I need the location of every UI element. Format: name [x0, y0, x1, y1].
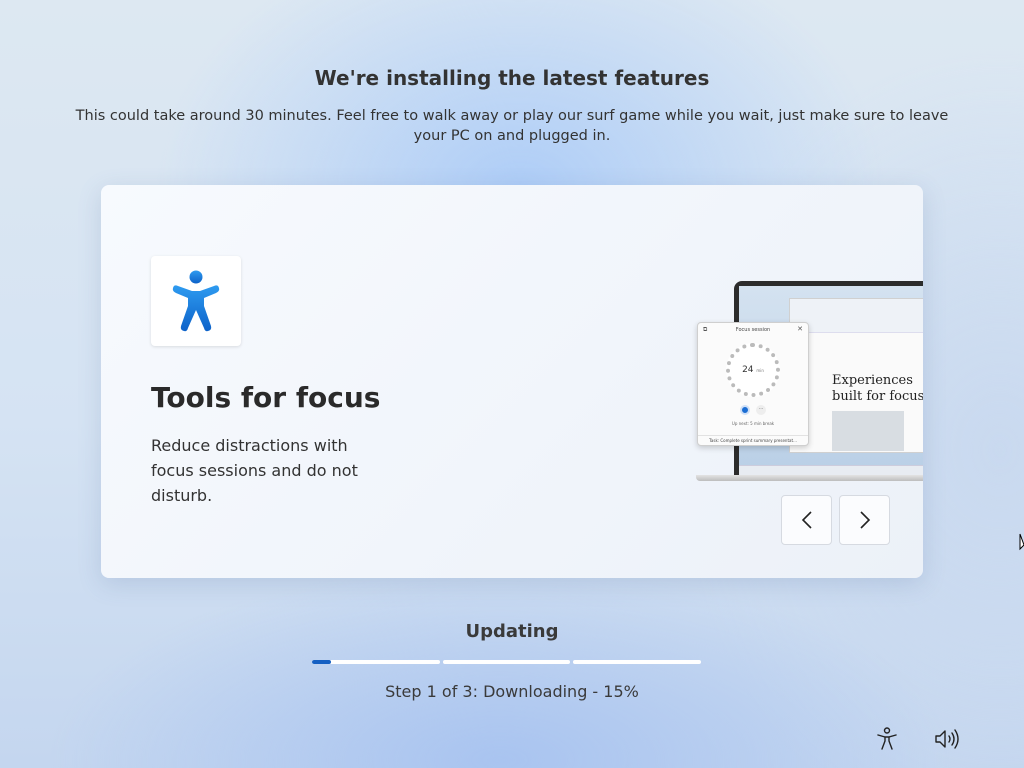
- page-subtitle: This could take around 30 minutes. Feel …: [75, 108, 949, 144]
- progress-fill: [312, 660, 332, 664]
- volume-icon: [935, 729, 959, 749]
- progress-segment: [442, 660, 571, 664]
- progress-bar: [312, 660, 702, 665]
- feature-description: Reduce distractions with focus sessions …: [151, 436, 358, 505]
- progress-segment: [312, 660, 440, 664]
- focus-popup-title: Focus session: [735, 327, 771, 333]
- up-next-text: Up next: 5 min break: [731, 421, 775, 426]
- chevron-left-icon: [801, 511, 812, 529]
- status-label: Updating: [465, 621, 559, 642]
- progress-segment: [573, 660, 702, 664]
- chevron-right-icon: [859, 511, 870, 529]
- focus-timer-dial: 24 min: [726, 343, 780, 397]
- close-icon: ✕: [797, 325, 803, 333]
- focus-minutes: 24 min: [742, 365, 764, 375]
- feature-title: Tools for focus: [151, 381, 381, 414]
- laptop-base: [696, 475, 923, 481]
- document-image: [832, 411, 904, 451]
- feature-icon-tile: [151, 256, 241, 346]
- focus-session-popup: ⧉ Focus session ✕ 24 min ··· Up next: 5 …: [697, 322, 809, 446]
- document-heading: Experiences built for focus: [832, 373, 923, 404]
- accessibility-button[interactable]: [872, 724, 902, 754]
- taskbar: [739, 465, 923, 475]
- more-icon: ···: [756, 405, 766, 415]
- document-toolbar: [790, 299, 923, 333]
- feature-card: Tools for focus Reduce distractions with…: [101, 185, 923, 578]
- document-window: Experiences built for focus: [789, 298, 923, 453]
- accessibility-person-icon: [172, 270, 220, 332]
- accessibility-icon: [877, 727, 897, 750]
- mouse-cursor-icon: [1019, 533, 1024, 551]
- task-text: Task: Complete sprint summary presentat.…: [698, 435, 808, 443]
- step-text: Step 1 of 3: Downloading - 15%: [385, 682, 639, 701]
- previous-button[interactable]: [781, 495, 832, 545]
- play-icon: [740, 405, 750, 415]
- page-title: We're installing the latest features: [314, 66, 710, 90]
- volume-button[interactable]: [932, 724, 962, 754]
- next-button[interactable]: [839, 495, 890, 545]
